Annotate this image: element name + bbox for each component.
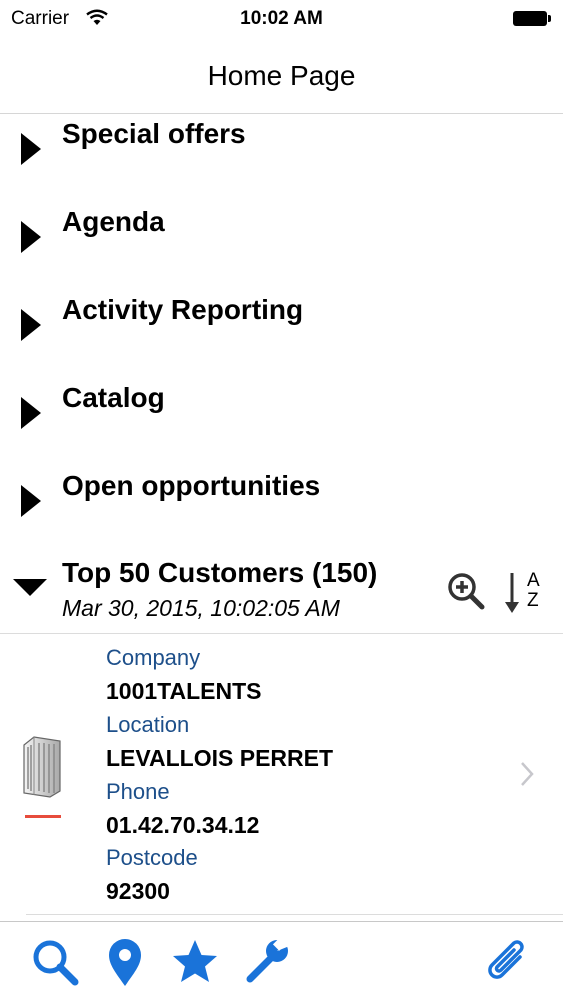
location-pin-icon[interactable]: [100, 937, 150, 987]
sort-az-icon[interactable]: A Z: [504, 570, 546, 614]
sort-letter-z: Z: [527, 590, 539, 611]
section-label: Special offers: [62, 118, 246, 149]
page-title: Home Page: [207, 60, 356, 91]
paperclip-icon[interactable]: [484, 937, 534, 987]
expand-arrow-icon: [21, 221, 41, 253]
status-bar: Carrier 10:02 AM: [0, 0, 563, 38]
section-activity-reporting[interactable]: Activity Reporting: [0, 289, 563, 377]
expand-arrow-icon: [21, 485, 41, 517]
sort-letter-a: A: [527, 570, 540, 591]
section-label: Agenda: [62, 206, 165, 237]
phone-label: Phone: [106, 779, 170, 804]
company-label: Company: [106, 645, 201, 670]
section-open-opportunities[interactable]: Open opportunities: [0, 465, 563, 553]
postcode-label: Postcode: [106, 845, 198, 870]
expand-arrow-icon: [21, 133, 41, 165]
expand-arrow-icon: [21, 397, 41, 429]
navigation-bar: Home Page: [0, 38, 563, 114]
postcode-value: 92300: [106, 878, 170, 904]
chevron-right-icon[interactable]: [518, 760, 536, 793]
collapse-arrow-icon[interactable]: [13, 579, 47, 596]
section-agenda[interactable]: Agenda: [0, 201, 563, 289]
company-value: 1001TALENTS: [106, 678, 262, 704]
phone-value[interactable]: 01.42.70.34.12: [106, 812, 259, 839]
status-indicator: [25, 815, 61, 818]
customer-card[interactable]: [0, 634, 563, 916]
section-label: Activity Reporting: [62, 294, 304, 325]
section-timestamp: Mar 30, 2015, 10:02:05 AM: [62, 595, 340, 621]
bottom-toolbar: [0, 921, 563, 1001]
building-icon: [20, 735, 64, 799]
search-icon[interactable]: [30, 937, 80, 987]
location-label: Location: [106, 712, 190, 737]
wrench-icon[interactable]: [242, 935, 292, 987]
section-label: Open opportunities: [62, 470, 321, 501]
section-label: Catalog: [62, 382, 165, 413]
expand-arrow-icon: [21, 309, 41, 341]
divider: [26, 914, 563, 915]
zoom-in-icon[interactable]: [446, 571, 486, 611]
location-value: LEVALLOIS PERRET: [106, 745, 334, 771]
section-special-offers[interactable]: Special offers: [0, 113, 563, 201]
battery-full-icon: [513, 11, 551, 26]
section-label: Top 50 Customers (150): [62, 557, 378, 588]
star-icon[interactable]: [170, 937, 220, 987]
clock: 10:02 AM: [240, 8, 323, 29]
section-catalog[interactable]: Catalog: [0, 377, 563, 465]
